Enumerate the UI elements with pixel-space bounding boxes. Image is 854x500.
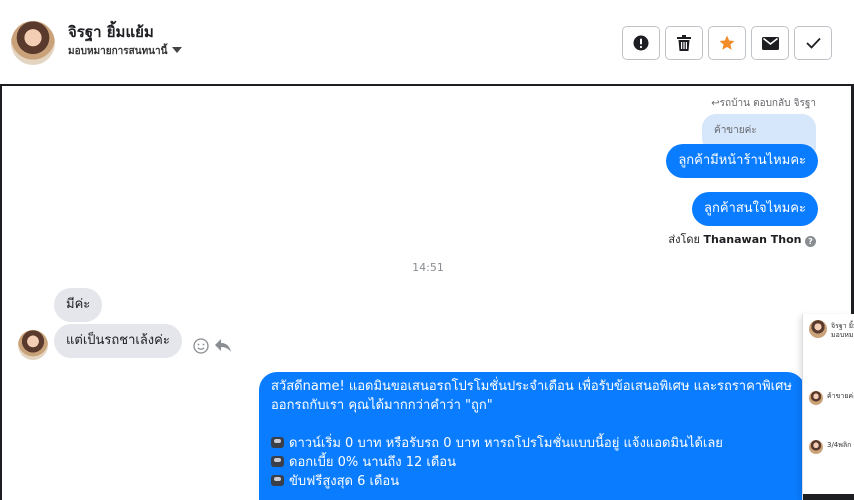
check-icon	[805, 37, 821, 49]
car-icon	[271, 437, 284, 448]
promo-bullet: ขับฟรีสูงสุด 6 เดือน	[271, 472, 793, 491]
panel-divider	[803, 494, 854, 500]
alert-icon	[633, 35, 649, 51]
mail-button[interactable]	[751, 26, 789, 60]
promo-bullet: ดาวน์เริ่ม 0 บาท หรือรับรถ 0 บาท หารถโปร…	[271, 434, 793, 453]
contact-name[interactable]: จิรฐา ยิ้มแย้ม	[68, 20, 154, 44]
panel-contact: จิรฐา ยิ้ม มอบหมาย	[831, 322, 854, 339]
panel-row[interactable]: ค้าขายค่ะ	[809, 388, 854, 410]
star-button[interactable]	[708, 26, 746, 60]
panel-row-avatar	[809, 440, 823, 454]
contact-avatar[interactable]	[11, 21, 55, 65]
assign-label: มอบหมายการสนทนานี้	[68, 46, 168, 57]
spam-button[interactable]	[622, 26, 660, 60]
caret-down-icon	[172, 47, 183, 53]
panel-avatar	[809, 320, 827, 338]
done-button[interactable]	[794, 26, 832, 60]
car-icon	[271, 456, 284, 467]
sent-by-label: ส่งโดย Thanawan Thon ?	[668, 230, 816, 248]
mail-icon	[761, 36, 779, 50]
incoming-message[interactable]: มีค่ะ	[54, 288, 103, 322]
reply-context-label: ↩รถบ้าน ตอบกลับ จิรฐา	[711, 98, 816, 109]
reply-arrow-icon[interactable]	[214, 338, 232, 353]
sender-name: Thanawan Thon	[703, 233, 802, 246]
conversation-header: จิรฐา ยิ้มแย้ม มอบหมายการสนทนานี้	[0, 0, 854, 84]
assign-conversation-dropdown[interactable]: มอบหมายการสนทนานี้	[68, 44, 183, 59]
help-icon[interactable]: ?	[805, 236, 816, 247]
message-thread[interactable]: ↩รถบ้าน ตอบกลับ จิรฐา ค้าขายค่ะ ลูกค้ามี…	[0, 84, 854, 500]
contact-avatar-small	[18, 330, 48, 360]
promo-bullet: ดอกเบี้ย 0% นานถึง 12 เดือน	[271, 453, 793, 472]
panel-row-avatar	[809, 391, 823, 405]
trash-icon	[677, 35, 691, 51]
star-icon	[719, 35, 735, 50]
delete-button[interactable]	[665, 26, 703, 60]
promo-message[interactable]: สวัสดีname! แอดมินขอเสนอรถโปรโมชั่นประจำ…	[259, 372, 805, 500]
message-timestamp: 14:51	[412, 261, 444, 274]
sent-by-prefix: ส่งโดย	[668, 233, 701, 246]
outgoing-message[interactable]: ลูกค้าสนใจไหมคะ	[692, 192, 818, 226]
incoming-message[interactable]: แต่เป็นรถชาเล้งค่ะ	[54, 324, 182, 358]
side-preview-panel[interactable]: จิรฐา ยิ้ม มอบหมาย ค้าขายค่ะ 3/4พลิก	[802, 314, 854, 500]
promo-intro: สวัสดีname! แอดมินขอเสนอรถโปรโมชั่นประจำ…	[271, 379, 792, 413]
car-icon	[271, 475, 284, 486]
emoji-reaction-icon[interactable]	[193, 338, 209, 354]
panel-row[interactable]: 3/4พลิก	[809, 437, 854, 459]
outgoing-message[interactable]: ลูกค้ามีหน้าร้านไหมคะ	[666, 144, 818, 178]
